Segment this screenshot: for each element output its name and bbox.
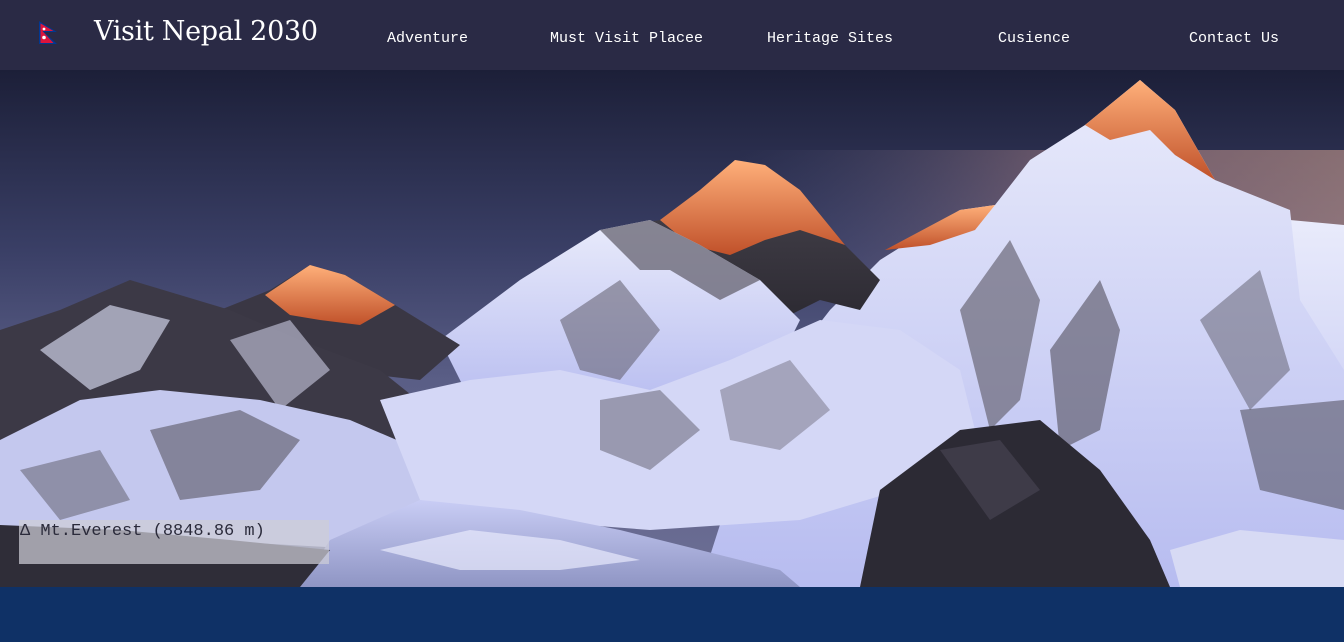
caption-box: Δ Mt.Everest (8848.86 m) — [19, 520, 329, 564]
navbar: Visit Nepal 2030 Adventure Must Visit Pl… — [0, 0, 1344, 70]
nav-link-contact-us[interactable]: Contact Us — [1189, 30, 1279, 48]
nav-link-heritage-sites[interactable]: Heritage Sites — [767, 30, 893, 48]
hero-mountain-image — [0, 70, 1344, 587]
footer-band — [0, 587, 1344, 642]
nav-link-must-visit-places[interactable]: Must Visit Placee — [550, 30, 703, 48]
nav-link-cuisine[interactable]: Cusience — [998, 30, 1070, 48]
site-title[interactable]: Visit Nepal 2030 — [94, 14, 318, 50]
nav-link-adventure[interactable]: Adventure — [387, 30, 468, 48]
hero-banner — [0, 70, 1344, 587]
hero-caption: Δ Mt.Everest (8848.86 m) — [20, 522, 265, 541]
nepal-flag-icon — [39, 21, 57, 44]
